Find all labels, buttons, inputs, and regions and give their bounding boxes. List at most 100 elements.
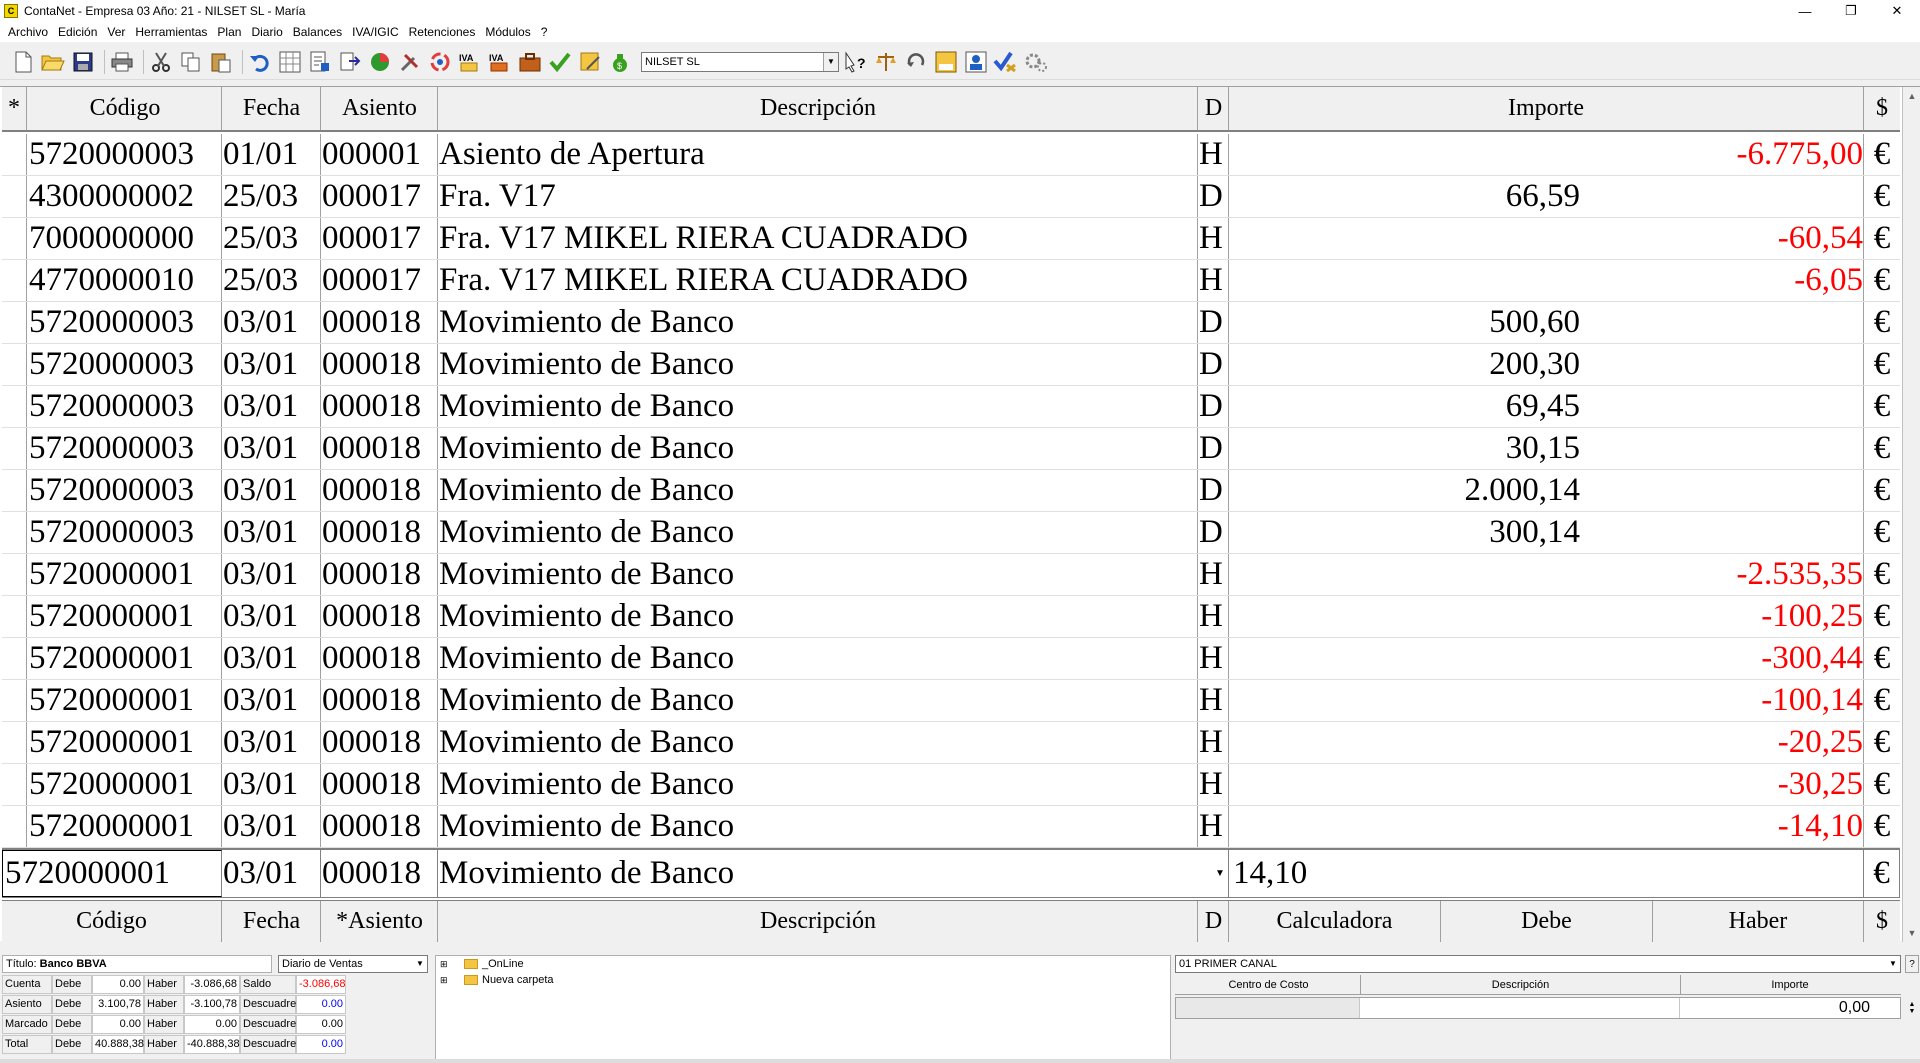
- balance-scale-icon[interactable]: [873, 49, 899, 75]
- table-row[interactable]: 5720000003 03/01 000018 Movimiento de Banco…: [2, 386, 1900, 428]
- row-marker[interactable]: [2, 806, 27, 847]
- cell-asiento[interactable]: 000018: [321, 386, 438, 427]
- cell-asiento[interactable]: 000018: [321, 428, 438, 469]
- header-codigo[interactable]: Código: [27, 87, 222, 130]
- briefcase-icon[interactable]: [517, 49, 543, 75]
- table-row[interactable]: 4770000010 25/03 000017 Fra. V17 MIKEL RIER…: [2, 260, 1900, 302]
- cell-importe[interactable]: -20,25: [1229, 722, 1864, 763]
- menu-iva-igic[interactable]: IVA/IGIC: [347, 25, 403, 39]
- footer-d[interactable]: D: [1198, 901, 1229, 942]
- footer-asiento[interactable]: *Asiento: [321, 901, 438, 942]
- cell-codigo[interactable]: 4300000002: [27, 176, 222, 217]
- cell-codigo[interactable]: 5720000001: [27, 764, 222, 805]
- menu-ver[interactable]: Ver: [102, 25, 130, 39]
- tree-item[interactable]: ⊞ _OnLine: [436, 956, 1170, 972]
- chevron-down-icon[interactable]: ▼: [823, 52, 838, 71]
- cell-d[interactable]: H: [1198, 806, 1229, 847]
- menu-edicion[interactable]: Edición: [53, 25, 102, 39]
- grid-scrollbar[interactable]: ▲ ▼: [1902, 87, 1920, 942]
- cut-icon[interactable]: [148, 49, 174, 75]
- row-marker[interactable]: [2, 722, 27, 763]
- menu-help[interactable]: ?: [536, 25, 553, 39]
- row-marker[interactable]: [2, 512, 27, 553]
- chevron-down-icon[interactable]: ▼: [1212, 850, 1228, 896]
- cell-fecha[interactable]: 03/01: [222, 554, 321, 595]
- cell-d[interactable]: D: [1198, 302, 1229, 343]
- cell-codigo[interactable]: 7000000000: [27, 218, 222, 259]
- refresh-icon[interactable]: [903, 49, 929, 75]
- cost-center-help-button[interactable]: ?: [1905, 955, 1919, 973]
- header-importe[interactable]: Importe: [1229, 87, 1864, 130]
- cell-asiento[interactable]: 000018: [321, 596, 438, 637]
- cc-spinner[interactable]: ▲ ▼: [1905, 997, 1919, 1019]
- cell-asiento[interactable]: 000018: [321, 554, 438, 595]
- cell-descripcion[interactable]: Movimiento de Banco: [438, 722, 1198, 763]
- cell-fecha[interactable]: 03/01: [222, 596, 321, 637]
- table-row[interactable]: 5720000001 03/01 000018 Movimiento de Banco…: [2, 722, 1900, 764]
- cell-asiento[interactable]: 000017: [321, 260, 438, 301]
- row-marker[interactable]: [2, 176, 27, 217]
- cell-fecha[interactable]: 01/01: [222, 134, 321, 175]
- cell-asiento[interactable]: 000018: [321, 470, 438, 511]
- table-row[interactable]: 5720000001 03/01 000018 Movimiento de Banco…: [2, 680, 1900, 722]
- cc-descripcion-input[interactable]: [1360, 998, 1680, 1018]
- row-marker[interactable]: [2, 344, 27, 385]
- cell-codigo[interactable]: 5720000001: [27, 722, 222, 763]
- check-all-icon[interactable]: [993, 49, 1019, 75]
- cell-asiento[interactable]: 000018: [321, 806, 438, 847]
- new-badge-icon[interactable]: [933, 49, 959, 75]
- diario-select[interactable]: Diario de Ventas ▼: [278, 955, 428, 973]
- open-folder-icon[interactable]: [40, 49, 66, 75]
- table-row[interactable]: 5720000003 03/01 000018 Movimiento de Banco…: [2, 302, 1900, 344]
- cell-descripcion[interactable]: Movimiento de Banco: [438, 302, 1198, 343]
- export-icon[interactable]: [337, 49, 363, 75]
- row-marker[interactable]: [2, 470, 27, 511]
- footer-currency[interactable]: $: [1864, 901, 1900, 942]
- cell-fecha[interactable]: 03/01: [222, 806, 321, 847]
- cc-importe-input[interactable]: 0,00: [1680, 998, 1900, 1018]
- cell-importe[interactable]: 30,15: [1229, 428, 1864, 469]
- cell-codigo[interactable]: 5720000003: [27, 512, 222, 553]
- row-marker[interactable]: [2, 596, 27, 637]
- recycle-icon[interactable]: [427, 49, 453, 75]
- close-button[interactable]: ✕: [1874, 0, 1920, 22]
- cell-codigo[interactable]: 5720000001: [27, 596, 222, 637]
- cell-fecha[interactable]: 25/03: [222, 260, 321, 301]
- spin-down-icon[interactable]: ▼: [1909, 1008, 1916, 1015]
- scroll-down-icon[interactable]: ▼: [1903, 924, 1920, 942]
- check-icon[interactable]: [547, 49, 573, 75]
- cell-importe[interactable]: 300,14: [1229, 512, 1864, 553]
- undo-icon[interactable]: [247, 49, 273, 75]
- cell-codigo[interactable]: 5720000001: [27, 554, 222, 595]
- cell-fecha[interactable]: 25/03: [222, 176, 321, 217]
- cell-d[interactable]: H: [1198, 554, 1229, 595]
- table-row[interactable]: 5720000003 01/01 000001 Asiento de Apertura…: [2, 134, 1900, 176]
- cell-fecha[interactable]: 03/01: [222, 512, 321, 553]
- cell-asiento[interactable]: 000017: [321, 218, 438, 259]
- cell-importe[interactable]: 500,60: [1229, 302, 1864, 343]
- paste-icon[interactable]: [208, 49, 234, 75]
- cc-centro-input[interactable]: [1176, 998, 1360, 1018]
- entry-asiento-input[interactable]: 000018: [321, 850, 438, 897]
- money-bag-icon[interactable]: $: [607, 49, 633, 75]
- settings-gears-icon[interactable]: [1023, 49, 1049, 75]
- table-row[interactable]: 5720000001 03/01 000018 Movimiento de Banco…: [2, 764, 1900, 806]
- cell-descripcion[interactable]: Movimiento de Banco: [438, 386, 1198, 427]
- print-icon[interactable]: [109, 49, 135, 75]
- table-row[interactable]: 5720000001 03/01 000018 Movimiento de Banco…: [2, 554, 1900, 596]
- cell-codigo[interactable]: 5720000003: [27, 134, 222, 175]
- iva-sales-icon[interactable]: IVA: [457, 49, 483, 75]
- cell-fecha[interactable]: 25/03: [222, 218, 321, 259]
- row-marker[interactable]: [2, 638, 27, 679]
- expand-icon[interactable]: ⊞: [440, 975, 450, 986]
- cell-codigo[interactable]: 5720000003: [27, 344, 222, 385]
- cell-descripcion[interactable]: Movimiento de Banco: [438, 470, 1198, 511]
- cell-d[interactable]: H: [1198, 638, 1229, 679]
- user-card-icon[interactable]: [963, 49, 989, 75]
- menu-herramientas[interactable]: Herramientas: [130, 25, 212, 39]
- cell-descripcion[interactable]: Movimiento de Banco: [438, 806, 1198, 847]
- row-marker[interactable]: [2, 680, 27, 721]
- minimize-button[interactable]: —: [1782, 0, 1828, 22]
- cell-asiento[interactable]: 000017: [321, 176, 438, 217]
- cell-codigo[interactable]: 5720000003: [27, 302, 222, 343]
